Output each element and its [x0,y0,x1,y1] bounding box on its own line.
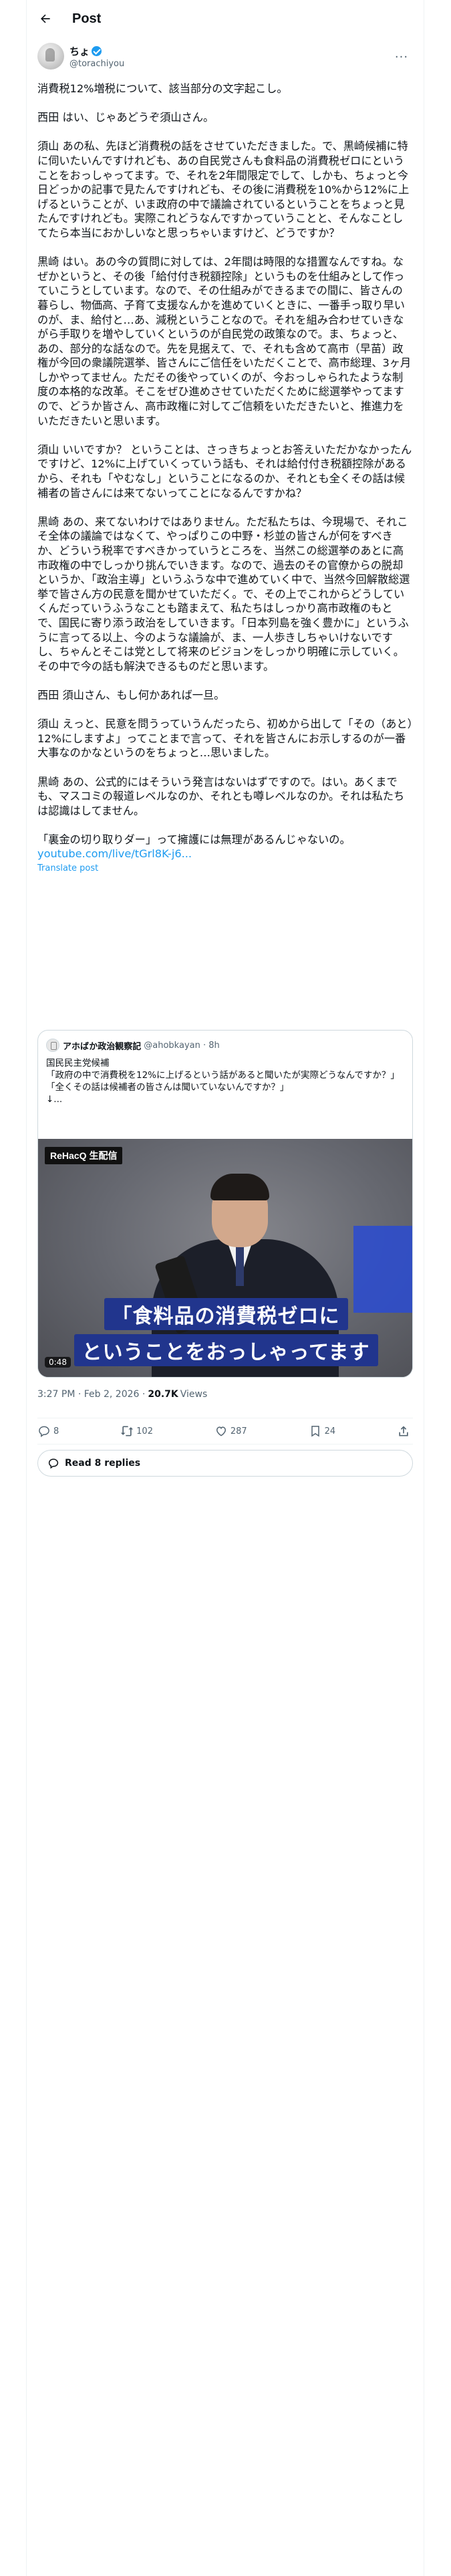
caption-line-1: 「食料品の消費税ゼロに [38,1298,412,1330]
like-count: 287 [230,1426,247,1436]
action-bar: 8 102 287 24 [37,1418,413,1444]
views-count: 20.7K [148,1389,178,1400]
share-icon [399,1426,408,1436]
live-badge-logo: ReHacQ [50,1150,87,1161]
caption-line-2: ということをおっしゃってます [38,1334,412,1366]
translate-post-link[interactable]: Translate post [37,863,413,875]
back-button[interactable] [32,5,59,32]
author-display-name[interactable]: ちょ [69,44,90,58]
quoted-author-name: アホばか政治観察記 [63,1041,142,1051]
post-link[interactable]: youtube.com/live/tGrl8K-j6... [37,847,413,861]
post-meta: 3:27 PM · Feb 2, 2026 · 20.7K Views [37,1389,207,1400]
video-player[interactable]: ReHacQ 生配信 「食料品の消費税ゼロに ということをおっしゃってます 0:… [38,1139,412,1377]
speaker-tie [236,1246,244,1286]
reply-button[interactable]: 8 [37,1424,59,1438]
page-title: Post [72,11,102,26]
bookmark-button[interactable]: 24 [309,1424,336,1438]
quoted-post-card[interactable]: アホばか政治観察記 @ahobkayan · 8h 国民民主党候補 「政府の中で… [37,1030,413,1378]
repost-button[interactable]: 102 [120,1424,153,1438]
read-replies-label: Read 8 replies [65,1458,141,1469]
chat-bubble-icon [48,1459,59,1469]
heart-icon [216,1426,226,1436]
left-column [0,0,27,2576]
right-column [424,0,451,2576]
arrow-left-icon [41,14,50,23]
more-options-button[interactable]: ··· [390,45,413,68]
author-names: ちょ @torachiyou [69,44,124,69]
quoted-post-text: 国民民主党候補 「政府の中で消費税を12%に上げるという話があると聞いたが実際ど… [46,1058,400,1105]
avatar[interactable] [37,43,64,70]
quoted-avatar [46,1039,59,1052]
bookmark-count: 24 [324,1426,336,1436]
quoted-post-header: アホばか政治観察記 @ahobkayan · 8h [46,1039,220,1052]
topbar: Post [27,0,424,37]
bookmark-icon [311,1426,319,1437]
like-button[interactable]: 287 [214,1424,247,1438]
share-button[interactable] [397,1424,413,1438]
author-row: ちょ @torachiyou ··· [37,41,413,71]
repost-count: 102 [136,1426,153,1436]
post-body: 消費税12%増税について、該当部分の文字起こし。 西田 はい、じゃあどうぞ須山さ… [37,82,413,875]
reply-count: 8 [53,1426,59,1436]
views-label: Views [180,1389,208,1400]
video-timecode: 0:48 [45,1357,71,1368]
live-badge-label: 生配信 [89,1151,118,1162]
verified-badge-icon [92,45,102,56]
quoted-author-handle-time: @ahobkayan · 8h [144,1040,220,1051]
post-detail-column: Post ちょ @torachiyou ··· 消費税12%増税について、該当部… [27,0,424,2576]
post-timestamp[interactable]: 3:27 PM · Feb 2, 2026 · [37,1389,145,1400]
repost-icon [120,1426,134,1436]
live-badge: ReHacQ 生配信 [45,1147,123,1164]
read-replies-button[interactable]: Read 8 replies [37,1450,413,1477]
post-text: 消費税12%増税について、該当部分の文字起こし。 西田 はい、じゃあどうぞ須山さ… [37,82,413,846]
name-line: ちょ [69,44,124,58]
reply-icon [39,1426,49,1437]
author-handle[interactable]: @torachiyou [69,59,124,69]
